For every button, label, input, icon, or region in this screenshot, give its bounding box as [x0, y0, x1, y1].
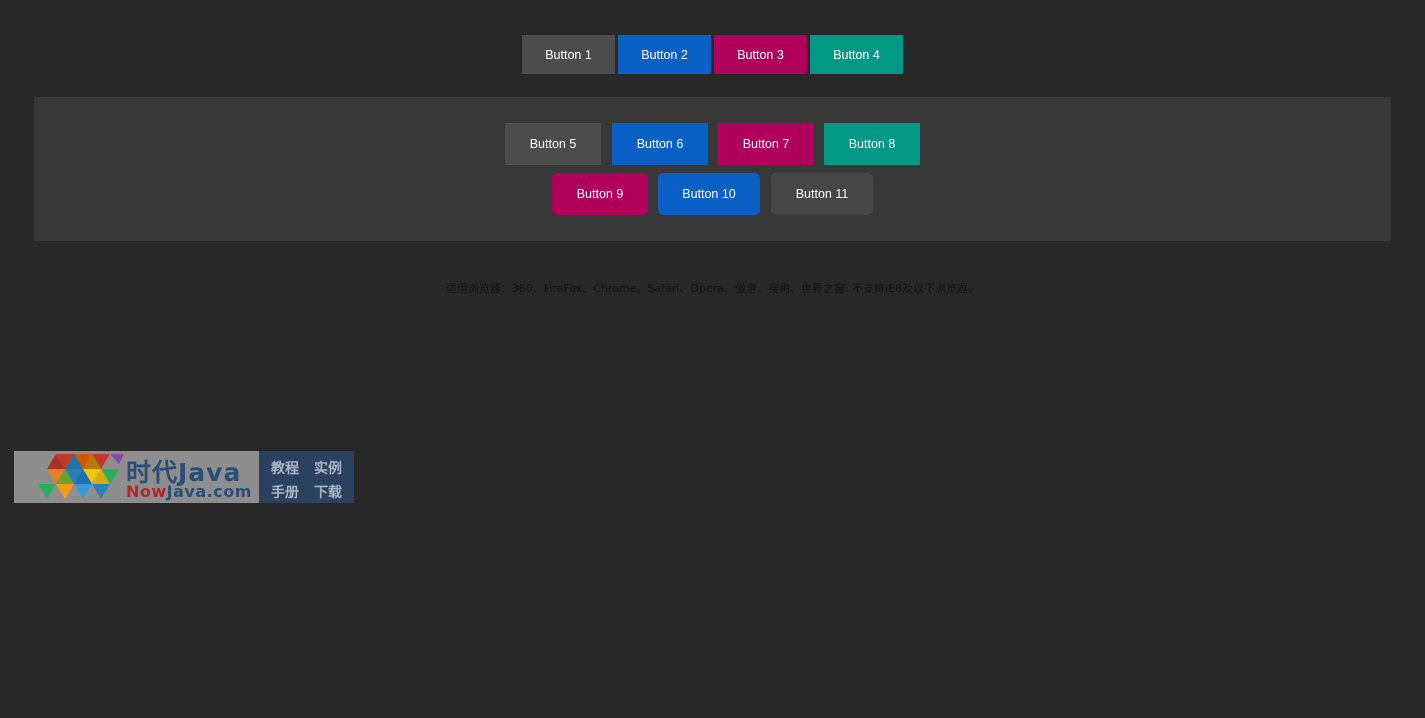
- brand-name-en: NowJava.com: [126, 482, 252, 501]
- button-5[interactable]: Button 5: [505, 123, 601, 165]
- link-examples[interactable]: 实例: [314, 458, 342, 478]
- nowjava-banner[interactable]: 时代Java NowJava.com 教程 实例 手册 下载: [14, 451, 354, 503]
- button-9[interactable]: Button 9: [552, 173, 648, 215]
- button-panel: Button 5 Button 6 Button 7 Button 8 Butt…: [34, 97, 1391, 241]
- brand-domain: Java.com: [166, 482, 252, 501]
- link-download[interactable]: 下载: [314, 482, 342, 502]
- button-1[interactable]: Button 1: [522, 35, 615, 74]
- link-manual[interactable]: 手册: [271, 482, 299, 502]
- triangle-logo-icon: [38, 454, 124, 499]
- browser-support-note: 适用浏览器：360、FireFox、Chrome、Safari、Opera、傲游…: [445, 282, 980, 295]
- banner-logo-area[interactable]: 时代Java NowJava.com: [14, 451, 259, 503]
- link-tutorial[interactable]: 教程: [271, 458, 299, 478]
- button-8[interactable]: Button 8: [824, 123, 920, 165]
- button-6[interactable]: Button 6: [612, 123, 708, 165]
- button-2[interactable]: Button 2: [618, 35, 711, 74]
- banner-links: 教程 实例 手册 下载: [259, 451, 354, 503]
- button-10[interactable]: Button 10: [658, 173, 760, 215]
- button-4[interactable]: Button 4: [810, 35, 903, 74]
- brand-now: Now: [126, 482, 167, 501]
- button-11[interactable]: Button 11: [771, 173, 873, 215]
- button-3[interactable]: Button 3: [714, 35, 807, 74]
- page: Button 1 Button 2 Button 3 Button 4 Butt…: [0, 0, 1425, 718]
- button-7[interactable]: Button 7: [718, 123, 814, 165]
